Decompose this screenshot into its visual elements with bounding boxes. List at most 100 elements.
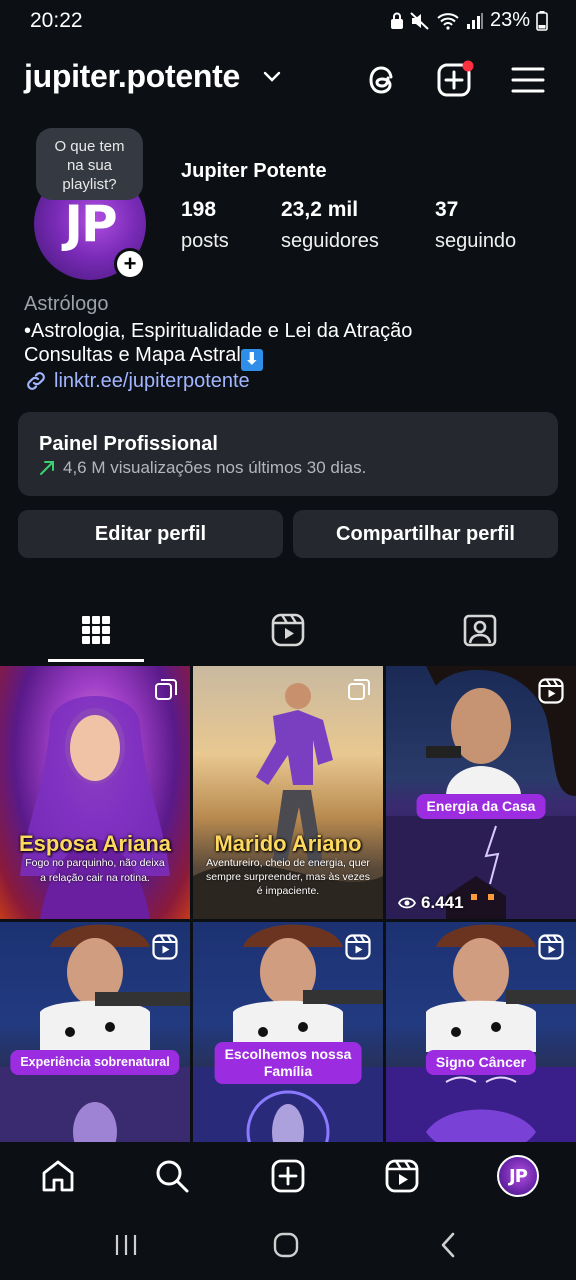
recent-apps-button[interactable] bbox=[106, 1230, 146, 1260]
note-line: O que tem bbox=[54, 138, 125, 155]
wifi-icon bbox=[437, 12, 459, 30]
tagged-icon bbox=[463, 614, 497, 647]
stat-posts[interactable]: 198 posts bbox=[181, 198, 229, 253]
grid-icon bbox=[82, 616, 110, 644]
lock-icon bbox=[390, 12, 403, 29]
tab-tagged[interactable] bbox=[432, 600, 528, 660]
bottom-nav: JP bbox=[0, 1142, 576, 1208]
grid-post[interactable]: Energia da Casa 6.441 bbox=[386, 666, 576, 919]
posts-grid: Esposa Ariana Fogo no parquinho, não dei… bbox=[0, 666, 576, 1142]
threads-icon[interactable] bbox=[362, 60, 402, 100]
grid-post[interactable]: Experiência sobrenatural bbox=[0, 922, 190, 1142]
stat-following[interactable]: 37 seguindo bbox=[435, 198, 516, 253]
professional-dashboard[interactable]: Painel Profissional 4,6 M visualizações … bbox=[18, 412, 558, 496]
grid-post[interactable]: Escolhemos nossa Família bbox=[193, 922, 383, 1142]
menu-icon[interactable] bbox=[508, 60, 548, 100]
post-title: Esposa Ariana bbox=[18, 831, 172, 856]
eye-icon bbox=[398, 897, 416, 909]
note-bubble[interactable]: O que tem na sua playlist? bbox=[36, 128, 143, 200]
bio-link[interactable]: linktr.ee/jupiterpotente bbox=[24, 369, 250, 393]
tab-reels[interactable] bbox=[240, 600, 336, 660]
edit-profile-button[interactable]: Editar perfil bbox=[18, 510, 283, 558]
status-icons: 23% bbox=[390, 9, 548, 32]
profile-tabs bbox=[0, 600, 576, 664]
link-text[interactable]: linktr.ee/jupiterpotente bbox=[54, 370, 250, 393]
link-icon bbox=[27, 372, 45, 390]
home-button[interactable] bbox=[266, 1230, 306, 1260]
dashboard-subtitle: 4,6 M visualizações nos últimos 30 dias. bbox=[39, 458, 366, 478]
stat-value: 198 bbox=[181, 198, 217, 221]
stat-label: seguindo bbox=[435, 230, 517, 252]
status-bar: 20:22 23% bbox=[0, 0, 576, 42]
plus-icon: + bbox=[117, 251, 143, 277]
search-icon bbox=[156, 1160, 189, 1193]
stat-label: posts bbox=[181, 230, 229, 252]
avatar-initials: JP bbox=[64, 195, 117, 253]
reels-icon bbox=[385, 1159, 419, 1193]
carousel-icon bbox=[155, 679, 177, 700]
note-line: playlist? bbox=[62, 176, 117, 193]
post-pill-label: Energia da Casa bbox=[416, 794, 546, 819]
stat-label: seguidores bbox=[281, 230, 379, 252]
down-arrow-emoji: ⬇ bbox=[240, 349, 263, 371]
new-post-icon[interactable] bbox=[434, 60, 474, 100]
post-pill-label: Experiência sobrenatural bbox=[10, 1050, 180, 1075]
post-caption: Fogo no parquinho, não deixa bbox=[25, 857, 165, 869]
create-icon bbox=[271, 1159, 305, 1193]
active-tab-indicator bbox=[48, 659, 144, 662]
signal-icon bbox=[466, 12, 483, 29]
reels-icon bbox=[271, 613, 305, 647]
battery-percent: 23% bbox=[489, 9, 530, 31]
back-icon bbox=[441, 1232, 455, 1258]
stat-followers[interactable]: 23,2 mil seguidores bbox=[281, 198, 379, 253]
nav-create[interactable] bbox=[268, 1156, 308, 1196]
profile-avatar-small: JP bbox=[497, 1155, 539, 1197]
battery-icon bbox=[536, 10, 548, 31]
nav-reels[interactable] bbox=[382, 1156, 422, 1196]
note-line: na sua bbox=[66, 157, 113, 174]
bio-line: Consultas e Mapa Astral ⬇ bbox=[24, 344, 263, 371]
view-count-text: 6.441 bbox=[421, 893, 464, 912]
carousel-icon bbox=[348, 679, 370, 700]
reel-icon bbox=[538, 678, 564, 704]
post-caption: sempre surpreender, mas às vezes bbox=[206, 871, 370, 883]
post-pill-label: Signo Câncer bbox=[425, 1050, 537, 1075]
nav-profile[interactable]: JP bbox=[496, 1154, 540, 1198]
pill-line: Escolhemos nossa bbox=[224, 1046, 352, 1062]
dashboard-subtitle-text: 4,6 M visualizações nos últimos 30 dias. bbox=[63, 458, 367, 477]
chevron-down-icon[interactable] bbox=[262, 70, 282, 84]
profile-category: Astrólogo bbox=[24, 293, 109, 315]
add-story-button[interactable]: + bbox=[114, 248, 146, 280]
nav-search[interactable] bbox=[152, 1156, 192, 1196]
bio-line: •Astrologia, Espiritualidade e Lei da At… bbox=[24, 320, 413, 342]
home-circle-icon bbox=[273, 1232, 299, 1258]
post-caption: é impaciente. bbox=[256, 885, 320, 897]
share-profile-button[interactable]: Compartilhar perfil bbox=[293, 510, 558, 558]
stat-value: 37 bbox=[435, 198, 459, 221]
reel-icon bbox=[538, 934, 564, 960]
profile-name: Jupiter Potente bbox=[181, 160, 327, 182]
stat-value: 23,2 mil bbox=[281, 198, 359, 221]
trend-up-icon bbox=[40, 461, 54, 475]
mute-icon bbox=[410, 11, 429, 30]
system-navigation bbox=[0, 1208, 576, 1280]
recent-apps-icon bbox=[115, 1235, 137, 1255]
grid-post[interactable]: Signo Câncer bbox=[386, 922, 576, 1142]
dashboard-title: Painel Profissional bbox=[39, 433, 218, 455]
profile-header: jupiter.potente bbox=[0, 50, 576, 108]
back-button[interactable] bbox=[428, 1230, 468, 1260]
reel-icon bbox=[152, 934, 178, 960]
reel-icon bbox=[345, 934, 371, 960]
grid-post[interactable]: Esposa Ariana Fogo no parquinho, não dei… bbox=[0, 666, 190, 919]
post-pill-label: Escolhemos nossa Família bbox=[214, 1042, 362, 1084]
tab-posts[interactable] bbox=[48, 600, 144, 660]
pill-line: Família bbox=[263, 1063, 313, 1079]
nav-home[interactable] bbox=[38, 1156, 78, 1196]
home-icon bbox=[42, 1160, 74, 1192]
post-caption: a relação cair na rotina. bbox=[40, 872, 150, 884]
post-view-count: 6.441 bbox=[398, 893, 464, 913]
grid-post[interactable]: Marido Ariano Aventureiro, cheio de ener… bbox=[193, 666, 383, 919]
post-title: Marido Ariano bbox=[214, 831, 362, 856]
account-username[interactable]: jupiter.potente bbox=[24, 58, 240, 95]
bio-text: Consultas e Mapa Astral bbox=[24, 344, 241, 366]
